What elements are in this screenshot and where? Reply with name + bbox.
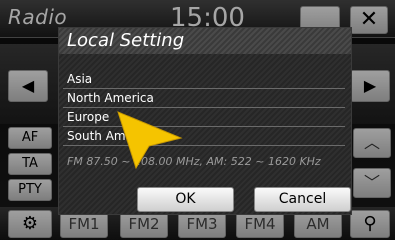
dialog-header: Local Setting [59,28,351,54]
local-setting-dialog: Local Setting Asia North America Europe … [58,27,352,215]
region-item-europe[interactable]: Europe [63,108,345,127]
region-item-asia[interactable]: Asia [63,70,345,89]
region-list: Asia North America Europe South America [63,70,345,146]
frequency-range-info: FM 87.50 ~ 108.00 MHz, AM: 522 ~ 1620 KH… [67,155,321,168]
region-item-south-america[interactable]: South America [63,127,345,146]
ok-button[interactable]: OK [137,187,234,212]
radio-app: Radio 15:00 ✕ ◀ ▶ AF TA PTY ︿ ﹀ ⚙ FM1 FM… [0,0,395,240]
cancel-button[interactable]: Cancel [254,187,351,212]
region-item-north-america[interactable]: North America [63,89,345,108]
dialog-title: Local Setting [67,30,185,51]
